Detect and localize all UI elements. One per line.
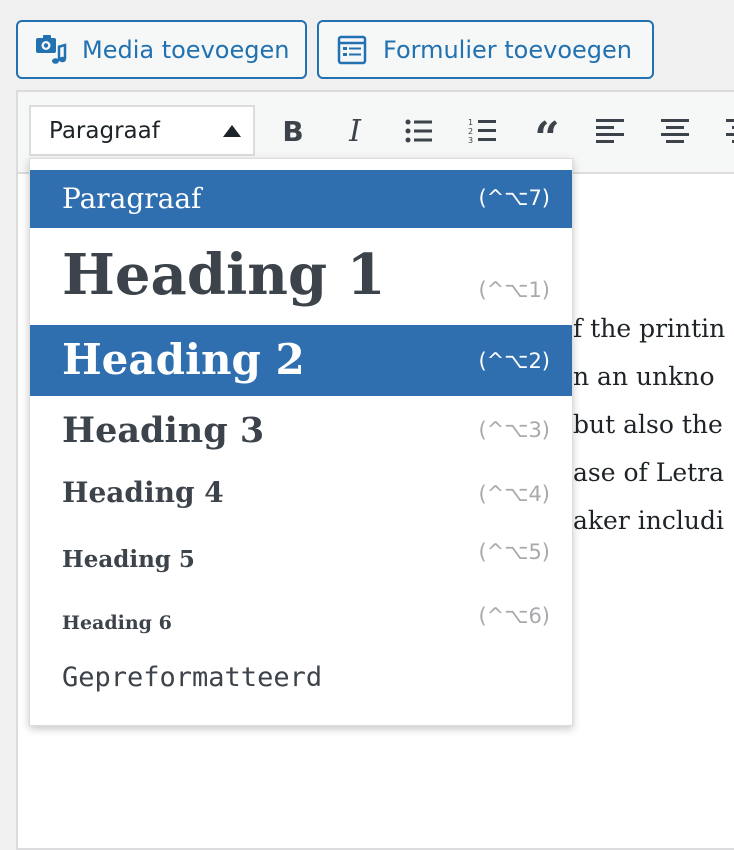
- align-center-icon: [661, 119, 689, 143]
- menu-item-heading-3[interactable]: Heading 3 (^⌥3): [30, 396, 572, 460]
- bulleted-list-icon: [405, 119, 432, 143]
- svg-text:2: 2: [468, 127, 473, 136]
- menu-item-heading-6[interactable]: Heading 6 (^⌥6): [30, 588, 572, 648]
- italic-button[interactable]: I: [338, 113, 372, 149]
- blockquote-button[interactable]: “: [530, 114, 564, 161]
- content-line: ase of Letra: [573, 458, 725, 487]
- menu-item-preformatted[interactable]: Gepreformatteerd: [30, 648, 572, 708]
- content-line: aker includi: [573, 506, 724, 535]
- format-select[interactable]: Paragraaf: [29, 105, 255, 156]
- svg-text:1: 1: [468, 118, 473, 127]
- menu-item-heading-1[interactable]: Heading 1 (^⌥1): [30, 228, 572, 324]
- menu-item-paragraph[interactable]: Paragraaf (^⌥7): [30, 170, 572, 228]
- blockquote-icon: “: [534, 113, 560, 164]
- chevron-up-icon: [223, 125, 241, 137]
- italic-icon: I: [349, 113, 361, 149]
- form-icon: [335, 33, 369, 67]
- add-form-label: Formulier toevoegen: [383, 35, 632, 64]
- add-media-label: Media toevoegen: [82, 35, 290, 64]
- content-line: n an unkno: [573, 362, 715, 391]
- bold-icon: B: [282, 114, 304, 148]
- align-right-button[interactable]: [718, 114, 734, 148]
- svg-text:3: 3: [468, 136, 473, 145]
- bold-button[interactable]: B: [276, 114, 310, 148]
- align-left-icon: [596, 119, 624, 143]
- add-form-button[interactable]: Formulier toevoegen: [317, 20, 654, 79]
- align-right-icon: [726, 119, 734, 143]
- format-dropdown-menu: Paragraaf (^⌥7) Heading 1 (^⌥1) Heading …: [29, 158, 573, 726]
- media-icon: [34, 33, 68, 67]
- add-media-button[interactable]: Media toevoegen: [16, 20, 307, 79]
- content-line: but also the: [573, 410, 723, 439]
- align-left-button[interactable]: [593, 114, 627, 148]
- bulleted-list-button[interactable]: [402, 114, 436, 148]
- numbered-list-button[interactable]: 1 2 3: [466, 114, 500, 148]
- content-line: f the printin: [573, 314, 726, 343]
- align-center-button[interactable]: [658, 114, 692, 148]
- menu-item-heading-4[interactable]: Heading 4 (^⌥4): [30, 460, 572, 524]
- menu-item-heading-5[interactable]: Heading 5 (^⌥5): [30, 524, 572, 588]
- menu-item-heading-2[interactable]: Heading 2 (^⌥2): [30, 325, 572, 396]
- format-select-value: Paragraaf: [49, 117, 160, 144]
- numbered-list-icon: 1 2 3: [468, 118, 496, 145]
